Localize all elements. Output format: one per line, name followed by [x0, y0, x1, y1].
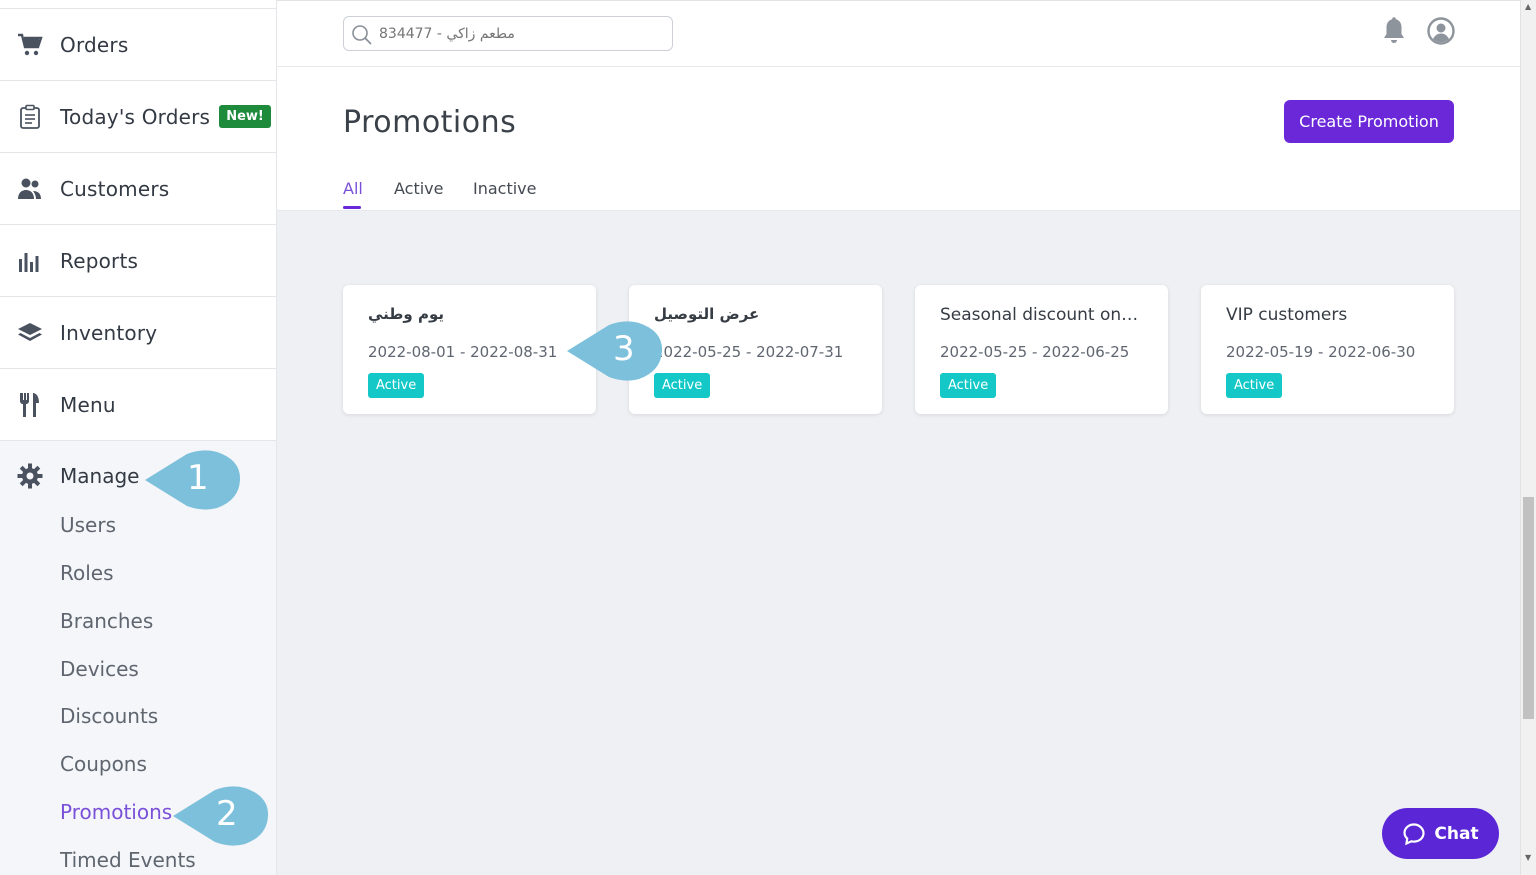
- search-input[interactable]: [379, 25, 659, 42]
- chat-button[interactable]: Chat: [1382, 808, 1499, 859]
- new-badge: New!: [219, 105, 271, 128]
- sidebar-item-label: Manage: [60, 464, 140, 488]
- tab-all[interactable]: All: [343, 179, 363, 198]
- sidebar-item-label: Reports: [60, 248, 139, 273]
- active-tab-indicator: [343, 206, 361, 209]
- callout-marker-3: 3: [567, 321, 663, 385]
- status-badge: Active: [1226, 373, 1283, 398]
- page-scrollbar[interactable]: ▲ ▼: [1520, 0, 1536, 875]
- sidebar-subitem-discounts[interactable]: Discounts: [60, 704, 158, 728]
- promotion-dates: 2022-05-19 - 2022-06-30: [1226, 343, 1416, 361]
- tab-inactive[interactable]: Inactive: [473, 179, 537, 198]
- sidebar-subitem-promotions[interactable]: Promotions: [60, 800, 172, 824]
- callout-number: 3: [613, 329, 635, 369]
- scroll-down-arrow-icon[interactable]: ▼: [1525, 853, 1531, 862]
- sidebar-item-orders[interactable]: Orders: [0, 9, 276, 81]
- scroll-thumb[interactable]: [1523, 497, 1534, 719]
- callout-number: 1: [187, 458, 209, 498]
- promotion-name: Seasonal discount on…: [940, 305, 1139, 325]
- scroll-up-arrow-icon[interactable]: ▲: [1525, 2, 1531, 11]
- sidebar-item-label: Today's Orders: [60, 104, 211, 129]
- promotion-dates: 2022-05-25 - 2022-06-25: [940, 343, 1130, 361]
- callout-number: 2: [216, 794, 238, 834]
- top-header: [277, 0, 1520, 67]
- sidebar-item-customers[interactable]: Customers: [0, 153, 276, 225]
- sidebar-subitem-branches[interactable]: Branches: [60, 609, 153, 633]
- chat-label: Chat: [1434, 823, 1479, 844]
- sidebar-top-strip: [0, 0, 276, 9]
- create-promotion-button[interactable]: Create Promotion: [1284, 100, 1454, 143]
- sidebar-item-todays-orders[interactable]: Today's Orders New!: [0, 81, 276, 153]
- page-header: Promotions Create Promotion All Active I…: [277, 67, 1520, 211]
- promotion-card[interactable]: يوم وطني 2022-08-01 - 2022-08-31 Active: [343, 285, 596, 414]
- promotion-card[interactable]: Seasonal discount on… 2022-05-25 - 2022-…: [915, 285, 1168, 414]
- promotion-card[interactable]: VIP customers 2022-05-19 - 2022-06-30 Ac…: [1201, 285, 1454, 414]
- bar-chart-icon: [17, 248, 43, 274]
- status-badge: Active: [940, 373, 997, 398]
- callout-marker-2: 2: [173, 786, 269, 850]
- user-avatar-icon[interactable]: [1427, 17, 1455, 45]
- sidebar-item-label: Customers: [60, 176, 170, 201]
- promotion-card[interactable]: عرض التوصيل 2022-05-25 - 2022-07-31 Acti…: [629, 285, 882, 414]
- promotion-name: عرض التوصيل: [654, 305, 760, 323]
- sidebar-item-label: Orders: [60, 32, 129, 57]
- sidebar-subitem-coupons[interactable]: Coupons: [60, 752, 147, 776]
- customers-icon: [17, 176, 43, 202]
- layers-icon: [17, 320, 43, 346]
- promotion-name: VIP customers: [1226, 305, 1348, 325]
- search-box[interactable]: [343, 16, 673, 51]
- promotion-name: يوم وطني: [368, 305, 445, 323]
- chat-bubble-icon: [1403, 822, 1426, 845]
- cart-icon: [17, 32, 43, 58]
- sidebar: Orders Today's Orders New! Customers Rep…: [0, 0, 277, 875]
- page-title: Promotions: [343, 105, 517, 140]
- promotions-list: يوم وطني 2022-08-01 - 2022-08-31 Active …: [277, 211, 1520, 875]
- tab-active[interactable]: Active: [394, 179, 444, 198]
- status-badge: Active: [368, 373, 425, 398]
- sidebar-item-menu[interactable]: Menu: [0, 369, 276, 441]
- promotion-dates: 2022-08-01 - 2022-08-31: [368, 343, 558, 361]
- sidebar-subitem-timed-events[interactable]: Timed Events: [60, 848, 196, 872]
- sidebar-subitem-devices[interactable]: Devices: [60, 657, 139, 681]
- utensils-icon: [17, 392, 43, 418]
- sidebar-subitem-roles[interactable]: Roles: [60, 561, 114, 585]
- clipboard-icon: [17, 104, 43, 130]
- bell-icon[interactable]: [1382, 17, 1406, 45]
- callout-marker-1: 1: [145, 450, 241, 514]
- sidebar-item-label: Menu: [60, 392, 116, 417]
- sidebar-subitem-users[interactable]: Users: [60, 513, 116, 537]
- sidebar-item-reports[interactable]: Reports: [0, 225, 276, 297]
- promotion-dates: 2022-05-25 - 2022-07-31: [654, 343, 844, 361]
- sidebar-item-inventory[interactable]: Inventory: [0, 297, 276, 369]
- search-icon: [351, 24, 372, 45]
- sidebar-item-label: Inventory: [60, 320, 158, 345]
- gear-icon: [17, 463, 43, 489]
